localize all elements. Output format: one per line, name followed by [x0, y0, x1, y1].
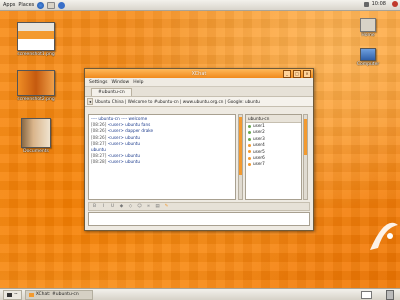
smiley-icon[interactable]: ☺	[137, 204, 142, 209]
taskbar-item-terminal[interactable]: ~	[3, 289, 22, 300]
chat-log[interactable]: ---- ubuntu-cn ---- welcome [08:26] <use…	[88, 114, 236, 200]
ubuntu-logo-decoration	[370, 222, 398, 250]
desktop-icon-label: screenshot2.png	[17, 97, 55, 102]
image-thumbnail-icon	[17, 22, 55, 51]
folder-icon	[21, 118, 51, 148]
chat-line: [08:28] <user> ubuntu	[91, 159, 141, 165]
tab-ubuntu-cn[interactable]: #ubuntu-cn	[91, 87, 132, 96]
workspace-switcher-icon[interactable]	[361, 291, 372, 299]
channel-tabbar: #ubuntu-cn	[85, 87, 313, 97]
desktop-icon-documents[interactable]: Documents	[12, 118, 60, 154]
user-status-icon	[248, 124, 251, 128]
user-status-icon	[248, 143, 251, 147]
menu-applications[interactable]: Apps	[3, 2, 15, 8]
scrollbar-thumb[interactable]	[304, 119, 307, 155]
image-thumbnail-icon	[17, 70, 55, 96]
window-titlebar[interactable]: XChat _ □ ×	[85, 69, 313, 78]
clear-format-icon[interactable]: ◇	[128, 204, 133, 209]
user-list-header: ubuntu-cn	[246, 115, 301, 123]
user-status-icon	[248, 150, 251, 154]
menu-window[interactable]: Window	[111, 80, 129, 85]
user-status-icon	[248, 163, 251, 167]
menu-places[interactable]: Places	[18, 2, 34, 8]
minimize-icon[interactable]: _	[283, 70, 291, 78]
taskbar-item-xchat[interactable]: XChat: #ubuntu-cn	[24, 289, 93, 300]
link-icon[interactable]: ∞	[146, 204, 151, 209]
attach-icon[interactable]: ✎	[164, 204, 169, 209]
top-panel: Apps Places 10:08	[0, 0, 400, 11]
close-icon[interactable]: ×	[303, 70, 311, 78]
desktop-icon-label: screenshot1.png	[17, 52, 55, 57]
topic-text[interactable]: Ubuntu China | Welcome to #ubuntu-cn | w…	[95, 99, 260, 104]
menu-help[interactable]: Help	[133, 80, 143, 85]
trash-icon[interactable]	[386, 290, 394, 300]
volume-icon[interactable]	[363, 1, 369, 7]
topic-bar: ◂ Ubuntu China | Welcome to #ubuntu-cn |…	[85, 97, 313, 107]
desktop-icon-label: Home	[361, 33, 375, 38]
shutdown-icon[interactable]	[392, 1, 398, 7]
maximize-icon[interactable]: □	[293, 70, 301, 78]
mail-launcher-icon[interactable]	[47, 1, 56, 9]
desktop-icon-screenshot1[interactable]: screenshot1.png	[12, 22, 60, 57]
home-folder-icon	[360, 18, 376, 32]
user-list: ubuntu-cn user1 user2 user3 user4 user5 …	[245, 114, 302, 200]
xchat-icon	[28, 292, 34, 297]
menu-settings[interactable]: Settings	[89, 80, 107, 85]
user-status-icon	[248, 131, 251, 135]
desktop-icon-label: Documents	[23, 149, 49, 154]
desktop-icon-label: Computer	[356, 62, 380, 67]
user-list-scrollbar[interactable]	[303, 114, 308, 200]
chat-scrollbar[interactable]	[238, 114, 243, 200]
terminal-icon	[7, 292, 12, 297]
chat-panes: ---- ubuntu-cn ---- welcome [08:26] <use…	[88, 114, 310, 212]
user-status-icon	[248, 137, 251, 141]
clock[interactable]: 10:08	[372, 1, 386, 7]
desktop-icon-screenshot2[interactable]: screenshot2.png	[12, 70, 60, 102]
user-list-item[interactable]: user7	[246, 161, 301, 167]
underline-icon[interactable]: U	[110, 204, 115, 209]
format-toolbar: B I U ◆ ◇ ☺ ∞ ▤ ✎	[88, 202, 310, 211]
user-status-icon	[248, 156, 251, 160]
desktop-icon-computer[interactable]: Computer	[344, 48, 392, 67]
message-input[interactable]	[88, 212, 310, 226]
color-icon[interactable]: ◆	[119, 204, 124, 209]
xchat-window: XChat _ □ × Settings Window Help #ubuntu…	[84, 68, 314, 231]
desktop-icon-home[interactable]: Home	[344, 18, 392, 38]
menubar: Settings Window Help	[85, 78, 313, 87]
italic-icon[interactable]: I	[101, 204, 106, 209]
send-file-icon[interactable]: ▤	[155, 204, 160, 209]
window-title: XChat	[191, 70, 207, 77]
scrollbar-thumb[interactable]	[239, 117, 242, 175]
topic-toggle-icon[interactable]: ◂	[87, 98, 94, 105]
browser-launcher-icon[interactable]	[37, 1, 45, 9]
bottom-panel: ~ XChat: #ubuntu-cn	[0, 288, 400, 300]
computer-icon	[360, 48, 376, 61]
bold-icon[interactable]: B	[92, 204, 97, 209]
help-launcher-icon[interactable]	[58, 1, 66, 9]
